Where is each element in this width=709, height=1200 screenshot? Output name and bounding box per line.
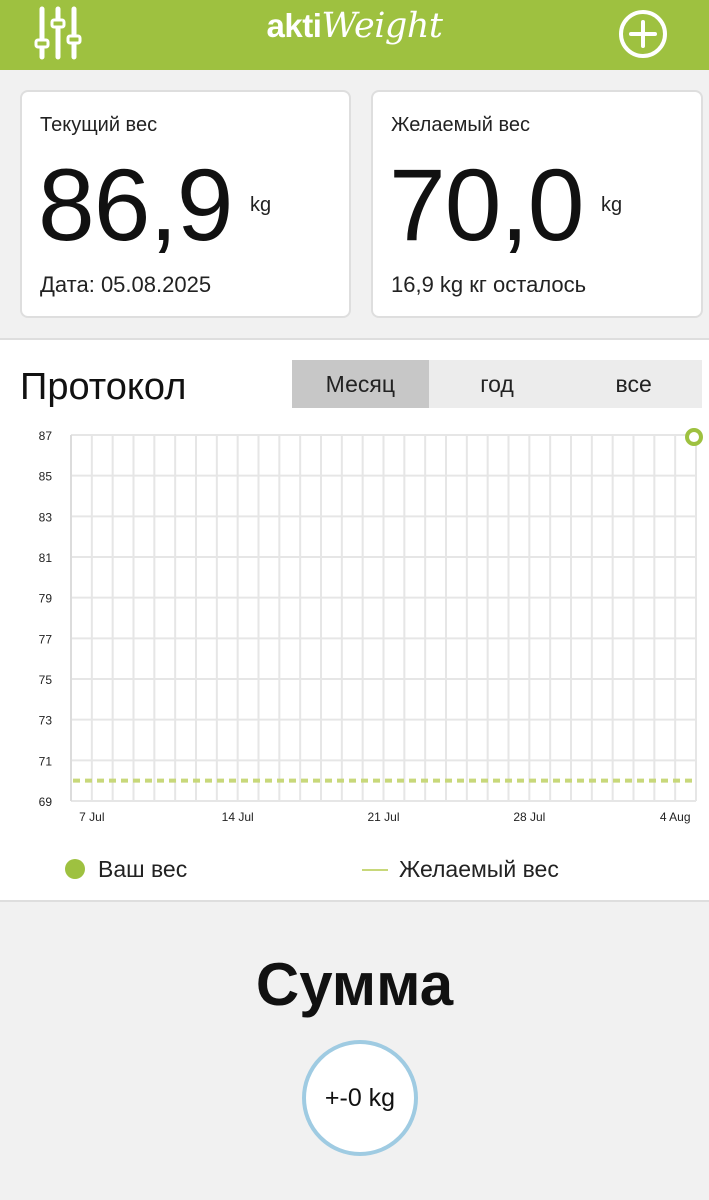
y-tick-label: 87 xyxy=(39,429,53,443)
top-bar: aktiWeight xyxy=(0,0,709,70)
x-tick-label: 14 Jul xyxy=(222,810,254,824)
chart-legend: Ваш вес Желаемый вес xyxy=(0,852,709,888)
summary-circle: +-0 kg xyxy=(302,1040,418,1156)
legend-target-swatch xyxy=(362,869,388,871)
target-weight-remaining: 16,9 kg кг осталось xyxy=(391,272,587,297)
tab-year[interactable]: год xyxy=(429,360,566,408)
y-tick-label: 85 xyxy=(39,470,53,484)
y-tick-label: 79 xyxy=(39,592,53,606)
weight-point xyxy=(685,428,703,447)
x-tick-label: 7 Jul xyxy=(79,810,104,824)
target-weight-unit: kg xyxy=(601,194,623,216)
current-weight-unit: kg xyxy=(250,194,272,216)
summary-value: +-0 kg xyxy=(324,1083,396,1112)
tab-month[interactable]: Месяц xyxy=(292,360,429,408)
period-tabs: Месяц год все xyxy=(292,360,702,408)
brand-right: Weight xyxy=(321,6,443,46)
protocol-title: Протокол xyxy=(20,366,187,408)
protocol-panel: Протокол Месяц год все 87 85 83 81 79 77 75 73 7… xyxy=(0,338,709,902)
current-weight-card[interactable]: Текущий вес 86,9 kg Дата: 05.08.2025 xyxy=(20,90,351,318)
current-weight-label: Текущий вес xyxy=(40,114,158,136)
plus-circle-icon[interactable] xyxy=(617,8,669,60)
target-weight-label: Желаемый вес xyxy=(391,114,530,136)
y-tick-label: 69 xyxy=(39,795,53,809)
target-weight-value: 70,0 xyxy=(389,148,585,262)
y-tick-label: 81 xyxy=(39,551,53,565)
y-tick-label: 71 xyxy=(39,754,53,768)
brand-left: akti xyxy=(266,7,322,44)
legend-weight-label: Ваш вес xyxy=(98,856,188,882)
weight-chart: 87 85 83 81 79 77 75 73 71 69 7 Jul 14 Jul 21 Jul 28 … xyxy=(39,428,703,824)
current-weight-value: 86,9 xyxy=(38,148,234,262)
legend-weight-swatch xyxy=(65,859,85,879)
tab-all[interactable]: все xyxy=(565,360,702,408)
x-tick-label: 4 Aug xyxy=(660,810,691,824)
y-tick-label: 75 xyxy=(39,673,53,687)
y-tick-label: 73 xyxy=(39,714,53,728)
y-tick-label: 83 xyxy=(39,510,53,524)
summary-title: Сумма xyxy=(255,951,454,1018)
y-tick-label: 77 xyxy=(39,632,53,646)
x-tick-label: 28 Jul xyxy=(513,810,545,824)
current-weight-date: Дата: 05.08.2025 xyxy=(40,272,212,297)
legend-target-label: Желаемый вес xyxy=(399,856,559,882)
x-tick-label: 21 Jul xyxy=(367,810,399,824)
brand-logo: aktiWeight xyxy=(0,6,709,62)
target-weight-card[interactable]: Желаемый вес 70,0 kg 16,9 kg кг осталось xyxy=(371,90,703,318)
